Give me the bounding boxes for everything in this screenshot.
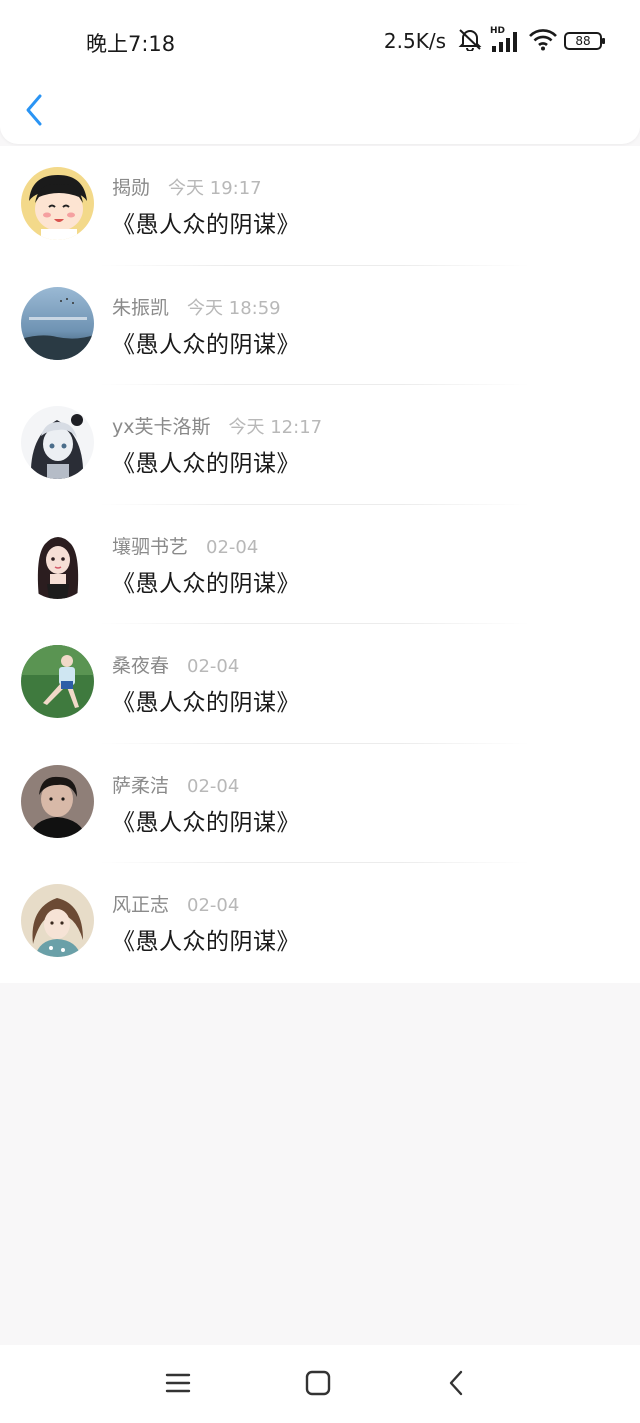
list-item[interactable]: 萨柔洁 02-04 《愚人众的阴谋》	[0, 744, 640, 863]
item-meta: 揭勋 今天 19:17	[112, 173, 262, 199]
avatar[interactable]	[21, 406, 94, 479]
book-title: 《愚人众的阴谋》	[112, 929, 300, 955]
avatar[interactable]	[21, 884, 94, 957]
book-title: 《愚人众的阴谋》	[112, 690, 300, 716]
item-meta: 萨柔洁 02-04	[112, 771, 239, 797]
user-name[interactable]: 揭勋	[112, 177, 150, 199]
avatar[interactable]	[21, 286, 94, 360]
item-meta: yx芙卡洛斯 今天 12:17	[112, 412, 322, 438]
timestamp: 今天 12:17	[228, 417, 323, 438]
item-meta: 壤驷书艺 02-04	[112, 532, 258, 558]
timestamp: 02-04	[187, 895, 240, 916]
user-name[interactable]: 萨柔洁	[112, 775, 169, 797]
back-button[interactable]	[20, 92, 50, 128]
avatar[interactable]	[21, 645, 94, 718]
menu-icon[interactable]	[162, 1367, 194, 1399]
item-meta: 风正志 02-04	[112, 890, 239, 916]
list-item[interactable]: yx芙卡洛斯 今天 12:17 《愚人众的阴谋》	[0, 385, 640, 505]
user-name[interactable]: 桑夜春	[112, 655, 169, 677]
list-item[interactable]: 壤驷书艺 02-04 《愚人众的阴谋》	[0, 505, 640, 624]
system-nav-bar	[0, 1345, 640, 1423]
network-speed: 2.5K/s	[383, 29, 446, 53]
list-item[interactable]: 桑夜春 02-04 《愚人众的阴谋》	[0, 624, 640, 744]
book-title: 《愚人众的阴谋》	[112, 212, 300, 238]
list-item[interactable]: 揭勋 今天 19:17 《愚人众的阴谋》	[0, 146, 640, 266]
avatar[interactable]	[21, 764, 94, 838]
home-icon[interactable]	[302, 1367, 334, 1399]
user-name[interactable]: 朱振凯	[112, 297, 169, 319]
timestamp: 02-04	[187, 656, 240, 677]
user-name[interactable]: 壤驷书艺	[112, 536, 188, 558]
timestamp: 今天 18:59	[187, 297, 281, 319]
wifi-icon	[528, 27, 558, 55]
battery-icon: 88	[564, 31, 606, 51]
user-name[interactable]: yx芙卡洛斯	[112, 416, 211, 438]
timestamp: 02-04	[187, 775, 240, 797]
status-time: 晚上7:18	[86, 32, 176, 56]
avatar[interactable]	[21, 525, 94, 599]
list-item[interactable]: 朱振凯 今天 18:59 《愚人众的阴谋》	[0, 266, 640, 385]
list-item[interactable]: 风正志 02-04 《愚人众的阴谋》	[0, 863, 640, 983]
battery-level: 88	[575, 34, 591, 48]
mute-bell-icon	[456, 27, 484, 55]
timestamp: 02-04	[206, 536, 259, 558]
avatar[interactable]	[21, 167, 94, 240]
signal-icon: HD	[490, 26, 522, 54]
reader-list: 揭勋 今天 19:17 《愚人众的阴谋》 朱振凯 今天 18:59 《愚人众的阴谋》	[0, 146, 640, 983]
back-icon[interactable]	[441, 1367, 473, 1399]
book-title: 《愚人众的阴谋》	[112, 331, 300, 358]
item-meta: 桑夜春 02-04	[112, 651, 239, 677]
book-title: 《愚人众的阴谋》	[112, 570, 300, 597]
item-meta: 朱振凯 今天 18:59	[112, 293, 281, 319]
timestamp: 今天 19:17	[168, 178, 262, 199]
user-name[interactable]: 风正志	[112, 894, 169, 916]
status-icons: 2.5K/s HD 88	[384, 26, 606, 56]
header: 晚上7:18 2.5K/s HD 88	[0, 0, 640, 144]
book-title: 《愚人众的阴谋》	[112, 809, 300, 836]
book-title: 《愚人众的阴谋》	[112, 451, 300, 477]
chevron-left-icon	[26, 94, 42, 126]
